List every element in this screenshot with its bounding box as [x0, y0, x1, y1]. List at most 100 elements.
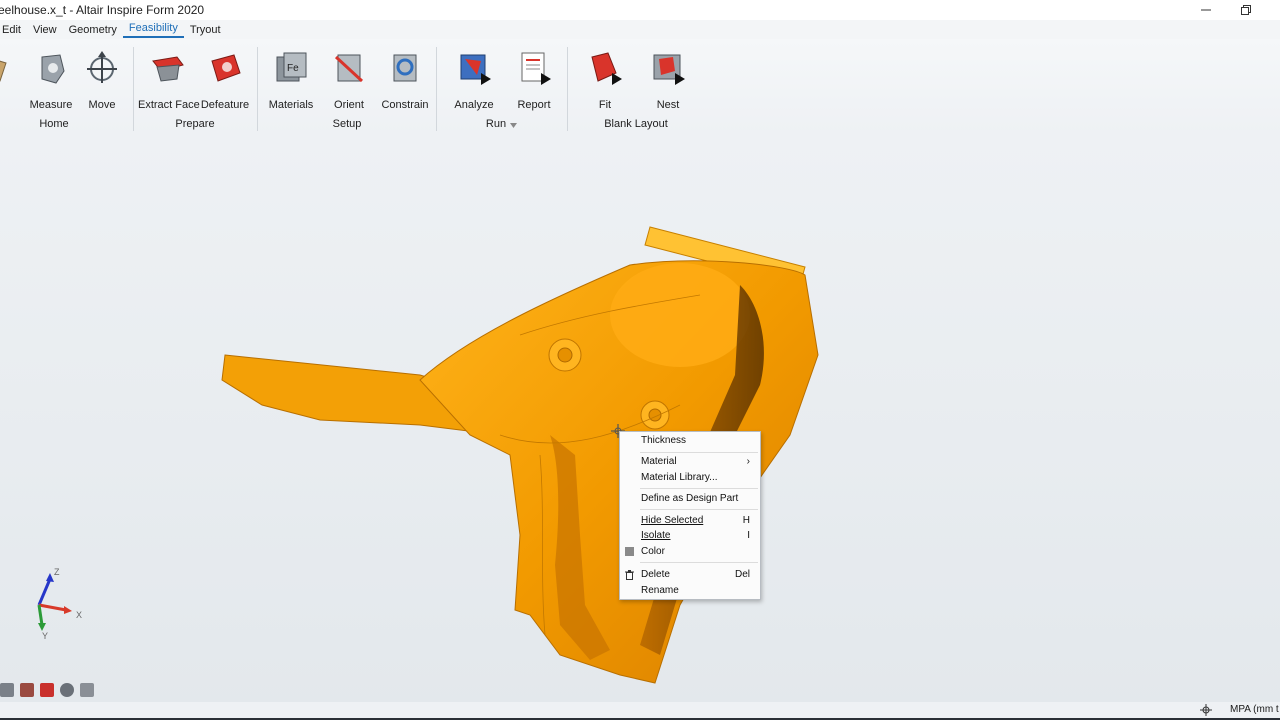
- menu-item-rename[interactable]: Rename: [620, 583, 760, 598]
- menu-view[interactable]: View: [27, 24, 63, 36]
- z-axis-line: [37, 578, 52, 606]
- partial-tool[interactable]: es: [0, 51, 10, 111]
- view-toolbar: [0, 683, 94, 699]
- analyze-label: Analyze: [454, 99, 494, 111]
- isolate-shortcut: I: [747, 530, 750, 541]
- fit-label: Fit: [598, 99, 612, 111]
- menu-separator: [640, 452, 758, 453]
- menu-separator: [640, 509, 758, 510]
- svg-text:Fe: Fe: [287, 63, 299, 74]
- menu-item-isolate[interactable]: Isolate I: [620, 528, 760, 543]
- orient-label: Orient: [334, 99, 364, 111]
- menu-separator: [640, 562, 758, 563]
- section-view-icon[interactable]: [20, 683, 34, 697]
- z-axis-label: Z: [54, 567, 60, 577]
- constrain-label: Constrain: [381, 99, 429, 111]
- x-axis-label: X: [76, 610, 82, 620]
- ribbon-separator: [133, 47, 134, 131]
- extract-face-icon: [151, 51, 185, 85]
- menu-item-material[interactable]: Material ›: [620, 454, 760, 469]
- menu-item-material-library[interactable]: Material Library...: [620, 470, 760, 485]
- view-cube-icon[interactable]: [0, 683, 14, 697]
- constrain-button[interactable]: Constrain: [375, 51, 435, 111]
- menu-feasibility[interactable]: Feasibility: [122, 21, 184, 38]
- defeature-icon: [208, 51, 242, 85]
- minimize-icon[interactable]: [1186, 0, 1226, 20]
- status-bar: MPA (mm t N: [0, 702, 1280, 718]
- crosshair-icon[interactable]: [1200, 704, 1212, 719]
- x-axis-line: [38, 603, 67, 612]
- menu-item-color[interactable]: Color: [620, 544, 760, 559]
- defeature-label: Defeature: [200, 99, 250, 111]
- nest-button[interactable]: Nest: [638, 51, 698, 111]
- group-home: Home: [39, 118, 69, 130]
- move-button[interactable]: Move: [72, 51, 132, 111]
- trash-icon: [625, 570, 634, 580]
- submenu-arrow-icon: ›: [746, 456, 750, 467]
- menu-bar: Edit View Geometry Feasibility Tryout: [0, 20, 1280, 39]
- menu-item-thickness[interactable]: Thickness: [620, 433, 760, 448]
- report-icon: [517, 51, 551, 85]
- menu-separator: [640, 488, 758, 489]
- delete-shortcut: Del: [734, 569, 750, 580]
- fit-icon: [588, 51, 622, 85]
- ribbon: es Measure Move Extract Face Defeature F…: [0, 39, 1280, 135]
- group-blank-layout: Blank Layout: [604, 118, 668, 130]
- move-icon: [85, 51, 119, 85]
- thickness-label: Thickness: [641, 435, 687, 446]
- run-dropdown-icon[interactable]: [510, 120, 517, 132]
- menu-geometry[interactable]: Geometry: [63, 24, 123, 36]
- extract-face-button[interactable]: Extract Face: [138, 51, 200, 111]
- window-title: eelhouse.x_t - Altair Inspire Form 2020: [0, 3, 205, 17]
- menu-item-hide-selected[interactable]: Hide Selected H: [620, 513, 760, 528]
- materials-icon: Fe: [274, 51, 308, 85]
- group-setup: Setup: [332, 118, 362, 130]
- menu-item-define-design-part[interactable]: Define as Design Part: [620, 491, 760, 506]
- extract-face-label: Extract Face: [138, 99, 200, 111]
- fit-button[interactable]: Fit: [575, 51, 635, 111]
- wheelhouse-part[interactable]: [0, 135, 1280, 710]
- y-axis-line: [37, 604, 44, 626]
- move-label: Move: [88, 99, 116, 111]
- nest-icon: [651, 51, 685, 85]
- unit-system[interactable]: MPA (mm t N: [1230, 704, 1280, 715]
- partial-tool-label: es: [0, 99, 10, 111]
- graphics-viewport[interactable]: [0, 135, 1280, 710]
- color-swatch-icon: [625, 547, 634, 556]
- context-menu: Thickness Material › Material Library...…: [619, 431, 761, 600]
- delete-label: Delete: [641, 569, 670, 580]
- nest-label: Nest: [656, 99, 680, 111]
- materials-label: Materials: [268, 99, 314, 111]
- rename-label: Rename: [641, 585, 679, 596]
- color-label: Color: [641, 546, 665, 557]
- group-prepare: Prepare: [175, 118, 215, 130]
- orient-button[interactable]: Orient: [319, 51, 379, 111]
- isolate-label: Isolate: [641, 530, 671, 541]
- cube-icon: [0, 51, 10, 85]
- ribbon-separator: [567, 47, 568, 131]
- render-mode-icon[interactable]: [80, 683, 94, 697]
- group-run[interactable]: Run: [486, 118, 506, 130]
- show-all-icon[interactable]: [40, 683, 54, 697]
- defeature-button[interactable]: Defeature: [195, 51, 255, 111]
- report-button[interactable]: Report: [504, 51, 564, 111]
- title-bar: eelhouse.x_t - Altair Inspire Form 2020: [0, 0, 1280, 20]
- measure-icon: [34, 51, 68, 85]
- orientation-triad: Z X Y: [24, 565, 94, 641]
- constrain-icon: [388, 51, 422, 85]
- hide-selected-shortcut: H: [742, 515, 750, 526]
- hide-selected-label: Hide Selected: [641, 515, 704, 526]
- analyze-icon: [457, 51, 491, 85]
- material-library-label: Material Library...: [641, 472, 718, 483]
- restore-icon[interactable]: [1226, 0, 1266, 20]
- menu-item-delete[interactable]: Delete Del: [620, 567, 760, 582]
- zoom-icon[interactable]: [60, 683, 74, 697]
- report-label: Report: [517, 99, 551, 111]
- ribbon-separator: [436, 47, 437, 131]
- ribbon-separator: [257, 47, 258, 131]
- materials-button[interactable]: Fe Materials: [261, 51, 321, 111]
- analyze-button[interactable]: Analyze: [444, 51, 504, 111]
- menu-tryout[interactable]: Tryout: [184, 24, 227, 36]
- material-label: Material: [641, 456, 677, 467]
- menu-edit[interactable]: Edit: [0, 24, 27, 36]
